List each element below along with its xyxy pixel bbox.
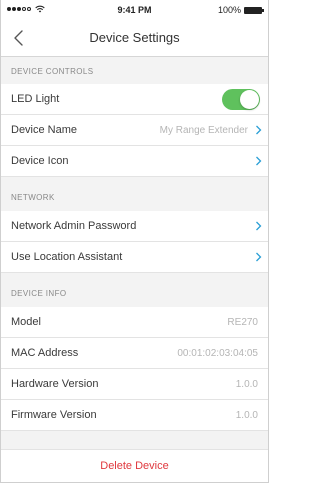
toggle-knob [240, 90, 259, 109]
led-light-label: LED Light [11, 93, 60, 105]
hardware-version-value: 1.0.0 [235, 379, 258, 390]
section-header-device-info: DEVICE INFO [11, 289, 67, 298]
hardware-version-label: Hardware Version [11, 378, 99, 390]
battery-indicator: 100% [217, 5, 264, 15]
location-assistant-label: Use Location Assistant [11, 251, 123, 263]
location-assistant-row[interactable]: Use Location Assistant [1, 242, 268, 273]
section-header-network: NETWORK [11, 193, 55, 202]
battery-percent: 100% [217, 5, 241, 15]
page-title: Device Settings [89, 30, 180, 45]
section-header-device-controls: DEVICE CONTROLS [11, 67, 94, 76]
mac-address-label: MAC Address [11, 347, 79, 359]
chevron-right-icon [256, 221, 262, 231]
battery-icon [244, 6, 264, 14]
nav-bar: Device Settings [1, 20, 268, 57]
device-icon-label: Device Icon [11, 155, 69, 167]
model-value: RE270 [227, 317, 258, 328]
device-name-row[interactable]: Device Name My Range Extender [1, 115, 268, 146]
firmware-version-value: 1.0.0 [235, 410, 258, 421]
device-icon-row[interactable]: Device Icon [1, 146, 268, 177]
chevron-right-icon [256, 156, 262, 166]
chevron-right-icon [256, 125, 262, 135]
firmware-version-label: Firmware Version [11, 409, 97, 421]
device-name-value: My Range Extender [159, 125, 248, 136]
mac-address-value: 00:01:02:03:04:05 [177, 348, 258, 359]
led-light-toggle[interactable] [222, 89, 260, 110]
hardware-version-row: Hardware Version 1.0.0 [1, 369, 268, 400]
model-row: Model RE270 [1, 307, 268, 338]
delete-device-button[interactable]: Delete Device [1, 449, 268, 482]
admin-password-label: Network Admin Password [11, 220, 137, 232]
model-label: Model [11, 316, 41, 328]
chevron-right-icon [256, 252, 262, 262]
admin-password-row[interactable]: Network Admin Password [1, 211, 268, 242]
device-name-label: Device Name [11, 124, 78, 136]
status-bar: 9:41 PM 100% [1, 0, 268, 20]
screen: 9:41 PM 100% Device Settings DEVICE CONT… [0, 0, 269, 483]
mac-address-row: MAC Address 00:01:02:03:04:05 [1, 338, 268, 369]
firmware-version-row: Firmware Version 1.0.0 [1, 400, 268, 431]
led-light-row: LED Light [1, 84, 268, 115]
